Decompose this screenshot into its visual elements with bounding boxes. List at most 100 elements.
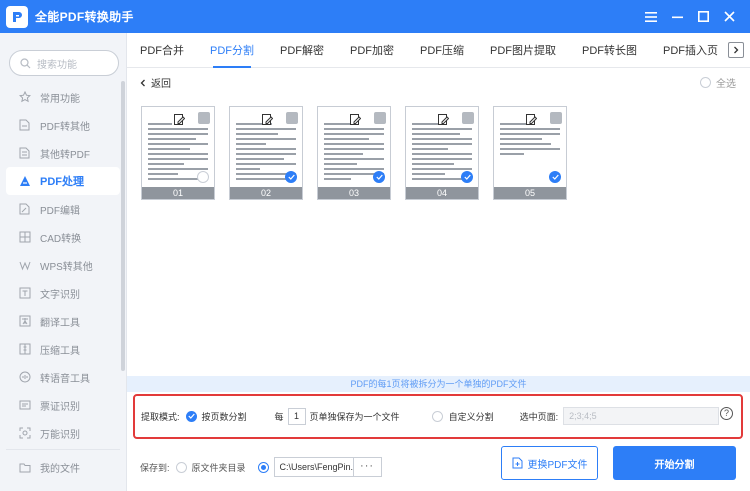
edit-icon[interactable] [350,114,361,125]
maximize-icon[interactable] [690,0,716,33]
zoom-icon[interactable] [286,112,298,124]
sidebar-item-compress[interactable]: 压缩工具 [6,335,120,363]
sidebar-item-translate[interactable]: 翻译工具 [6,307,120,335]
close-icon[interactable] [716,0,742,33]
sidebar-item-pdf-to-other[interactable]: PDF转其他 [6,111,120,139]
sidebar-item-common[interactable]: 常用功能 [6,83,120,111]
tab-pdf-compress[interactable]: PDF压缩 [407,33,477,68]
sidebar-item-label: 压缩工具 [40,345,80,357]
compress-icon [18,343,31,356]
menu-icon[interactable] [638,0,664,33]
split-options-panel: 提取模式: 按页数分割 每 1 页单独保存为一个文件 自定义分割 选中页面: 2… [133,394,743,439]
page-thumbnail[interactable]: 04 [405,106,479,200]
page-checkbox[interactable] [197,171,209,183]
bottom-bar: 保存到: 原文件夹目录 C:\Users\FengPin... ··· 更换PD… [127,442,750,491]
translate-icon [18,315,31,328]
edit-icon[interactable] [262,114,273,125]
sidebar-item-label: 我的文件 [40,463,80,475]
page-number: 04 [406,187,478,199]
sidebar-item-my-files[interactable]: 我的文件 [6,453,120,481]
ticket-icon [18,399,31,412]
pages-per-file-input[interactable]: 1 [287,407,306,425]
sidebar-item-label: PDF转其他 [40,121,90,133]
custom-split-radio[interactable] [431,410,443,422]
page-checkbox-checked[interactable] [549,171,561,183]
selected-pages-label: 选中页面: [519,411,559,422]
sidebar-item-other-to-pdf[interactable]: 其他转PDF [6,139,120,167]
custom-dir-radio[interactable] [257,461,269,473]
start-split-button[interactable]: 开始分割 [613,446,736,480]
sidebar-item-pdf-process[interactable]: PDF处理 [6,167,120,195]
tabs-next-button[interactable] [728,42,744,58]
pdf-edit-icon [18,203,31,216]
page-thumbnail[interactable]: 03 [317,106,391,200]
sidebar-item-label: PDF编辑 [40,205,80,217]
zoom-icon[interactable] [550,112,562,124]
search-input[interactable]: 搜索功能 [9,50,119,76]
by-pages-radio[interactable] [185,410,197,422]
app-logo-icon [6,5,28,28]
window-controls [638,0,742,33]
sidebar-item-ocr[interactable]: 文字识别 [6,279,120,307]
tab-pdf-to-long-image[interactable]: PDF转长图 [569,33,650,68]
sidebar-item-cad[interactable]: CAD转换 [6,223,120,251]
back-button[interactable]: 返回 [140,75,171,90]
select-all-label: 全选 [716,79,736,90]
selected-pages-input[interactable]: 2;3;4;5 [563,407,720,425]
by-pages-label: 按页数分割 [201,411,247,422]
tab-pdf-decrypt[interactable]: PDF解密 [267,33,337,68]
sidebar-item-universal[interactable]: 万能识别 [6,419,120,447]
sidebar-item-label: 翻译工具 [40,317,80,329]
page-thumbnail[interactable]: 05 [493,106,567,200]
page-thumbnails: 01 02 03 04 05 [141,106,567,200]
page-thumbnail[interactable]: 02 [229,106,303,200]
output-path-field[interactable]: C:\Users\FengPin... [273,457,354,477]
zoom-icon[interactable] [462,112,474,124]
page-number: 05 [494,187,566,199]
page-thumbnail[interactable]: 01 [141,106,215,200]
every-suffix-label: 页单独保存为一个文件 [309,411,400,422]
tab-pdf-merge[interactable]: PDF合并 [127,33,197,68]
star-icon [18,91,31,104]
file-add-icon [512,457,522,469]
sidebar-item-speech[interactable]: 转语音工具 [6,363,120,391]
edit-icon[interactable] [438,114,449,125]
tab-pdf-image-extract[interactable]: PDF图片提取 [477,33,569,68]
start-split-label: 开始分割 [654,459,695,471]
minimize-icon[interactable] [664,0,690,33]
tool-tabs: PDF合并 PDF分割 PDF解密 PDF加密 PDF压缩 PDF图片提取 PD… [127,33,750,68]
sidebar-item-label: 常用功能 [40,93,80,105]
sidebar-item-pdf-edit[interactable]: PDF编辑 [6,195,120,223]
sidebar-item-wps[interactable]: WPS转其他 [6,251,120,279]
zoom-icon[interactable] [374,112,386,124]
tab-pdf-encrypt[interactable]: PDF加密 [337,33,407,68]
tab-pdf-insert-page[interactable]: PDF插入页 [650,33,731,68]
help-icon[interactable]: ? [720,407,733,420]
sidebar-item-label: CAD转换 [40,233,82,245]
sidebar-item-label: PDF处理 [40,176,84,188]
select-all-radio[interactable] [700,77,711,88]
original-dir-label: 原文件夹目录 [191,462,246,473]
change-pdf-button[interactable]: 更换PDF文件 [501,446,598,480]
select-all-toggle[interactable]: 全选 [700,75,736,90]
sidebar-item-label: WPS转其他 [40,261,93,273]
browse-button[interactable]: ··· [353,457,382,477]
save-to-label: 保存到: [140,462,170,473]
sidebar-item-ticket[interactable]: 票证识别 [6,391,120,419]
zoom-icon[interactable] [198,112,210,124]
page-number: 01 [142,187,214,199]
cad-icon [18,231,31,244]
page-checkbox-checked[interactable] [461,171,473,183]
page-checkbox-checked[interactable] [285,171,297,183]
sidebar-scrollbar[interactable] [121,81,125,371]
sidebar-myfiles: 我的文件 [6,453,120,481]
split-options-row: 提取模式: 按页数分割 每 1 页单独保存为一个文件 自定义分割 选中页面: 2… [141,404,731,428]
edit-icon[interactable] [174,114,185,125]
custom-split-label: 自定义分割 [448,411,494,422]
page-number: 03 [318,187,390,199]
edit-icon[interactable] [526,114,537,125]
page-checkbox-checked[interactable] [373,171,385,183]
sidebar-divider [6,449,120,450]
original-dir-radio[interactable] [175,461,187,473]
tab-pdf-split[interactable]: PDF分割 [197,33,267,68]
